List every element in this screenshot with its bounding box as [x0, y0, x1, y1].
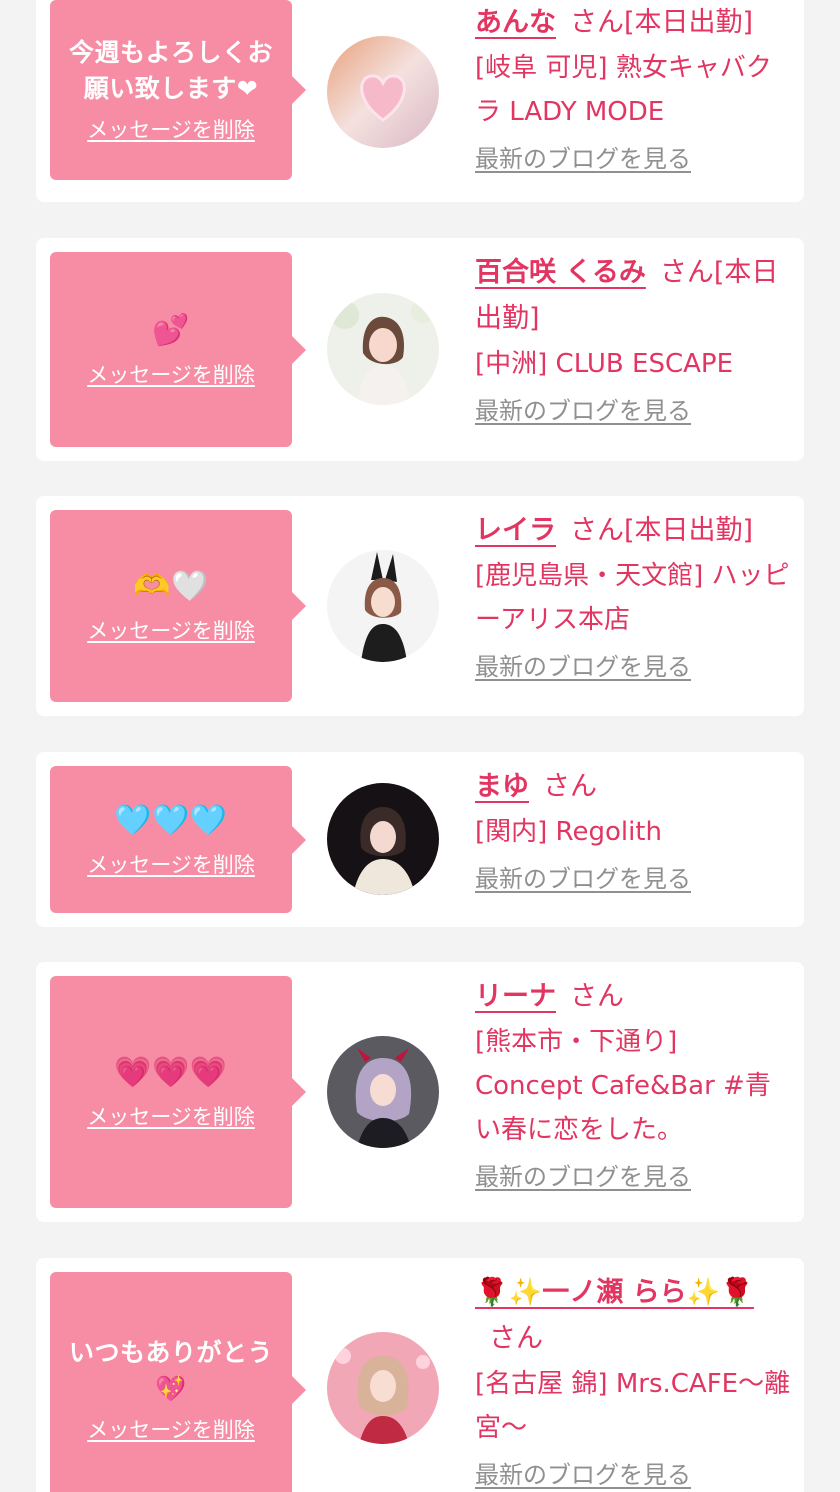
- sender-info: レイラ さん[本日出勤] [鹿児島県・天文館] ハッピーアリス本店 最新のブログを…: [475, 508, 791, 684]
- sender-name-link[interactable]: リーナ: [475, 981, 556, 1012]
- honorific: さん: [570, 981, 624, 1012]
- shop-name: [熊本市・下通り] Concept Cafe&Bar #青い春に恋をした。: [475, 1027, 771, 1145]
- avatar[interactable]: [327, 783, 439, 895]
- avatar-image: [327, 550, 439, 662]
- message-card: 💗💗💗 メッセージを削除 リーナ さん [熊本市・下通り] Concept Caf…: [36, 962, 804, 1222]
- message-bubble: 🩵🩵🩵 メッセージを削除: [50, 766, 306, 913]
- latest-blog-link[interactable]: 最新のブログを見る: [475, 142, 691, 176]
- message-text: 💕: [152, 312, 190, 348]
- avatar[interactable]: [327, 36, 439, 148]
- message-bubble: いつもありがとう💖 メッセージを削除: [50, 1272, 306, 1492]
- honorific: さん: [659, 257, 714, 288]
- sender-name-link[interactable]: 🌹✨一ノ瀬 らら✨🌹: [475, 1277, 754, 1308]
- delete-message-link[interactable]: メッセージを削除: [87, 1415, 255, 1445]
- sender-name-link[interactable]: 百合咲 くるみ: [475, 257, 646, 288]
- message-card: 💕 メッセージを削除 百合咲 くるみ さん[本日出勤] [中洲] CLUB ESC…: [36, 238, 804, 461]
- delete-message-link[interactable]: メッセージを削除: [87, 1102, 255, 1132]
- message-card: 🫶🤍 メッセージを削除 レイラ さん[本日出勤] [鹿児島県・天文館] ハッピーア…: [36, 496, 804, 716]
- sender-name-link[interactable]: あんな: [475, 7, 556, 38]
- delete-message-link[interactable]: メッセージを削除: [87, 616, 255, 646]
- latest-blog-link[interactable]: 最新のブログを見る: [475, 1458, 691, 1492]
- status-text: [本日出勤]: [624, 7, 754, 38]
- avatar-image: [327, 1036, 439, 1148]
- latest-blog-link[interactable]: 最新のブログを見る: [475, 1160, 691, 1194]
- sender-info: リーナ さん [熊本市・下通り] Concept Cafe&Bar #青い春に恋を…: [475, 974, 791, 1194]
- status-text: [本日出勤]: [624, 515, 754, 546]
- avatar[interactable]: [327, 1332, 439, 1444]
- message-text: 💗💗💗: [114, 1055, 228, 1090]
- sender-info: あんな さん[本日出勤] [岐阜 可児] 熟女キャバクラ LADY MODE 最新…: [475, 0, 791, 176]
- latest-blog-link[interactable]: 最新のブログを見る: [475, 862, 691, 896]
- avatar[interactable]: [327, 550, 439, 662]
- message-bubble: 🫶🤍 メッセージを削除: [50, 510, 306, 702]
- message-card: 🩵🩵🩵 メッセージを削除 まゆ さん [関内] Regolith 最新のブログを見…: [36, 752, 804, 927]
- message-card: 今週もよろしくお願い致します❤ メッセージを削除 あんな さん[本日出勤] [岐…: [36, 0, 804, 202]
- message-bubble: 💗💗💗 メッセージを削除: [50, 976, 306, 1208]
- message-bubble: 💕 メッセージを削除: [50, 252, 306, 447]
- sender-name-link[interactable]: レイラ: [475, 515, 556, 546]
- message-text: 今週もよろしくお願い致します❤: [68, 38, 273, 103]
- sender-info: 百合咲 くるみ さん[本日出勤] [中洲] CLUB ESCAPE 最新のブログを…: [475, 250, 791, 428]
- latest-blog-link[interactable]: 最新のブログを見る: [475, 650, 691, 684]
- message-card: いつもありがとう💖 メッセージを削除 🌹✨一ノ瀬 らら✨🌹 さん [名古屋 錦] …: [36, 1258, 804, 1492]
- honorific: さん: [489, 1323, 543, 1354]
- delete-message-link[interactable]: メッセージを削除: [87, 115, 255, 145]
- latest-blog-link[interactable]: 最新のブログを見る: [475, 394, 691, 428]
- shop-name: [関内] Regolith: [475, 817, 662, 847]
- sender-name-link[interactable]: まゆ: [475, 771, 529, 802]
- message-text: 🫶🤍: [133, 569, 209, 604]
- avatar-image: [327, 36, 439, 148]
- shop-name: [名古屋 錦] Mrs.CAFE〜離宮〜: [475, 1369, 791, 1443]
- honorific: さん: [570, 515, 624, 546]
- sender-info: 🌹✨一ノ瀬 らら✨🌹 さん [名古屋 錦] Mrs.CAFE〜離宮〜 最新のブログ…: [475, 1270, 791, 1492]
- message-list: 今週もよろしくお願い致します❤ メッセージを削除 あんな さん[本日出勤] [岐…: [0, 0, 840, 1492]
- message-bubble: 今週もよろしくお願い致します❤ メッセージを削除: [50, 0, 306, 180]
- avatar[interactable]: [327, 293, 439, 405]
- honorific: さん: [543, 771, 597, 802]
- avatar-image: [327, 293, 439, 405]
- delete-message-link[interactable]: メッセージを削除: [87, 850, 255, 880]
- avatar-image: [327, 783, 439, 895]
- shop-name: [中洲] CLUB ESCAPE: [475, 349, 734, 379]
- honorific: さん: [570, 7, 624, 38]
- message-text: いつもありがとう💖: [68, 1338, 273, 1403]
- sender-info: まゆ さん [関内] Regolith 最新のブログを見る: [475, 764, 791, 896]
- shop-name: [鹿児島県・天文館] ハッピーアリス本店: [475, 561, 790, 635]
- shop-name: [岐阜 可児] 熟女キャバクラ LADY MODE: [475, 53, 772, 127]
- avatar-image: [327, 1332, 439, 1444]
- message-text: 🩵🩵🩵: [114, 802, 228, 838]
- avatar[interactable]: [327, 1036, 439, 1148]
- delete-message-link[interactable]: メッセージを削除: [87, 360, 255, 390]
